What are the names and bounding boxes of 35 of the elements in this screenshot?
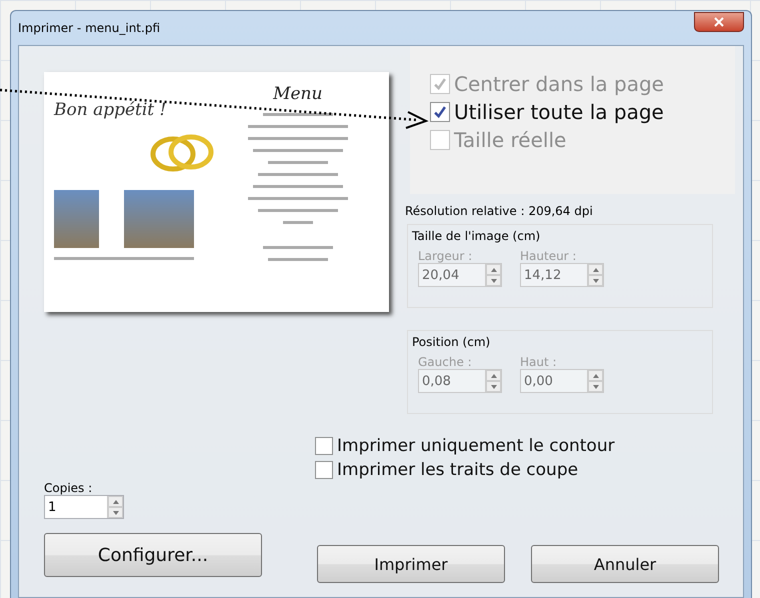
copies-field[interactable]: 1 <box>44 495 124 519</box>
window-title: Imprimer - menu_int.pfi <box>18 21 160 35</box>
configure-button[interactable]: Configurer... <box>44 533 262 577</box>
field-label: Haut : <box>520 355 558 369</box>
illegible-text-line <box>262 113 333 116</box>
preview-heading: Menu <box>273 84 322 104</box>
illegible-text-line <box>282 221 313 224</box>
checkbox[interactable] <box>315 437 333 455</box>
close-button[interactable] <box>694 12 744 32</box>
photo-placeholder <box>54 190 99 248</box>
option-label: Imprimer uniquement le contour <box>337 436 615 456</box>
checkmark-icon <box>433 77 447 91</box>
field-label: Largeur : <box>418 249 474 263</box>
illegible-text-line <box>268 161 328 164</box>
preview-greeting: Bon appétit ! <box>54 100 168 120</box>
field-label: Hauteur : <box>520 249 578 263</box>
checkbox[interactable] <box>315 461 333 479</box>
checkbox[interactable] <box>430 102 450 122</box>
spinner-arrows-icon[interactable] <box>107 496 123 518</box>
illegible-text-line <box>268 258 328 261</box>
copies-label: Copies : <box>44 481 94 495</box>
option-label: Centrer dans la page <box>454 72 664 96</box>
illegible-text-line <box>262 246 333 249</box>
group-title: Taille de l'image (cm) <box>412 229 542 243</box>
group-title: Position (cm) <box>412 335 492 349</box>
print-button[interactable]: Imprimer <box>317 545 505 583</box>
option-label: Imprimer les traits de coupe <box>337 460 578 480</box>
photo-placeholder <box>124 190 194 248</box>
option-label: Utiliser toute la page <box>454 100 664 124</box>
cancel-button[interactable]: Annuler <box>531 545 719 583</box>
option-label: Taille réelle <box>454 128 566 152</box>
checkmark-icon <box>433 105 447 119</box>
resolution-text: Résolution relative : 209,64 dpi <box>405 204 594 218</box>
field-label: Gauche : <box>418 355 473 369</box>
close-icon[interactable] <box>714 17 724 27</box>
